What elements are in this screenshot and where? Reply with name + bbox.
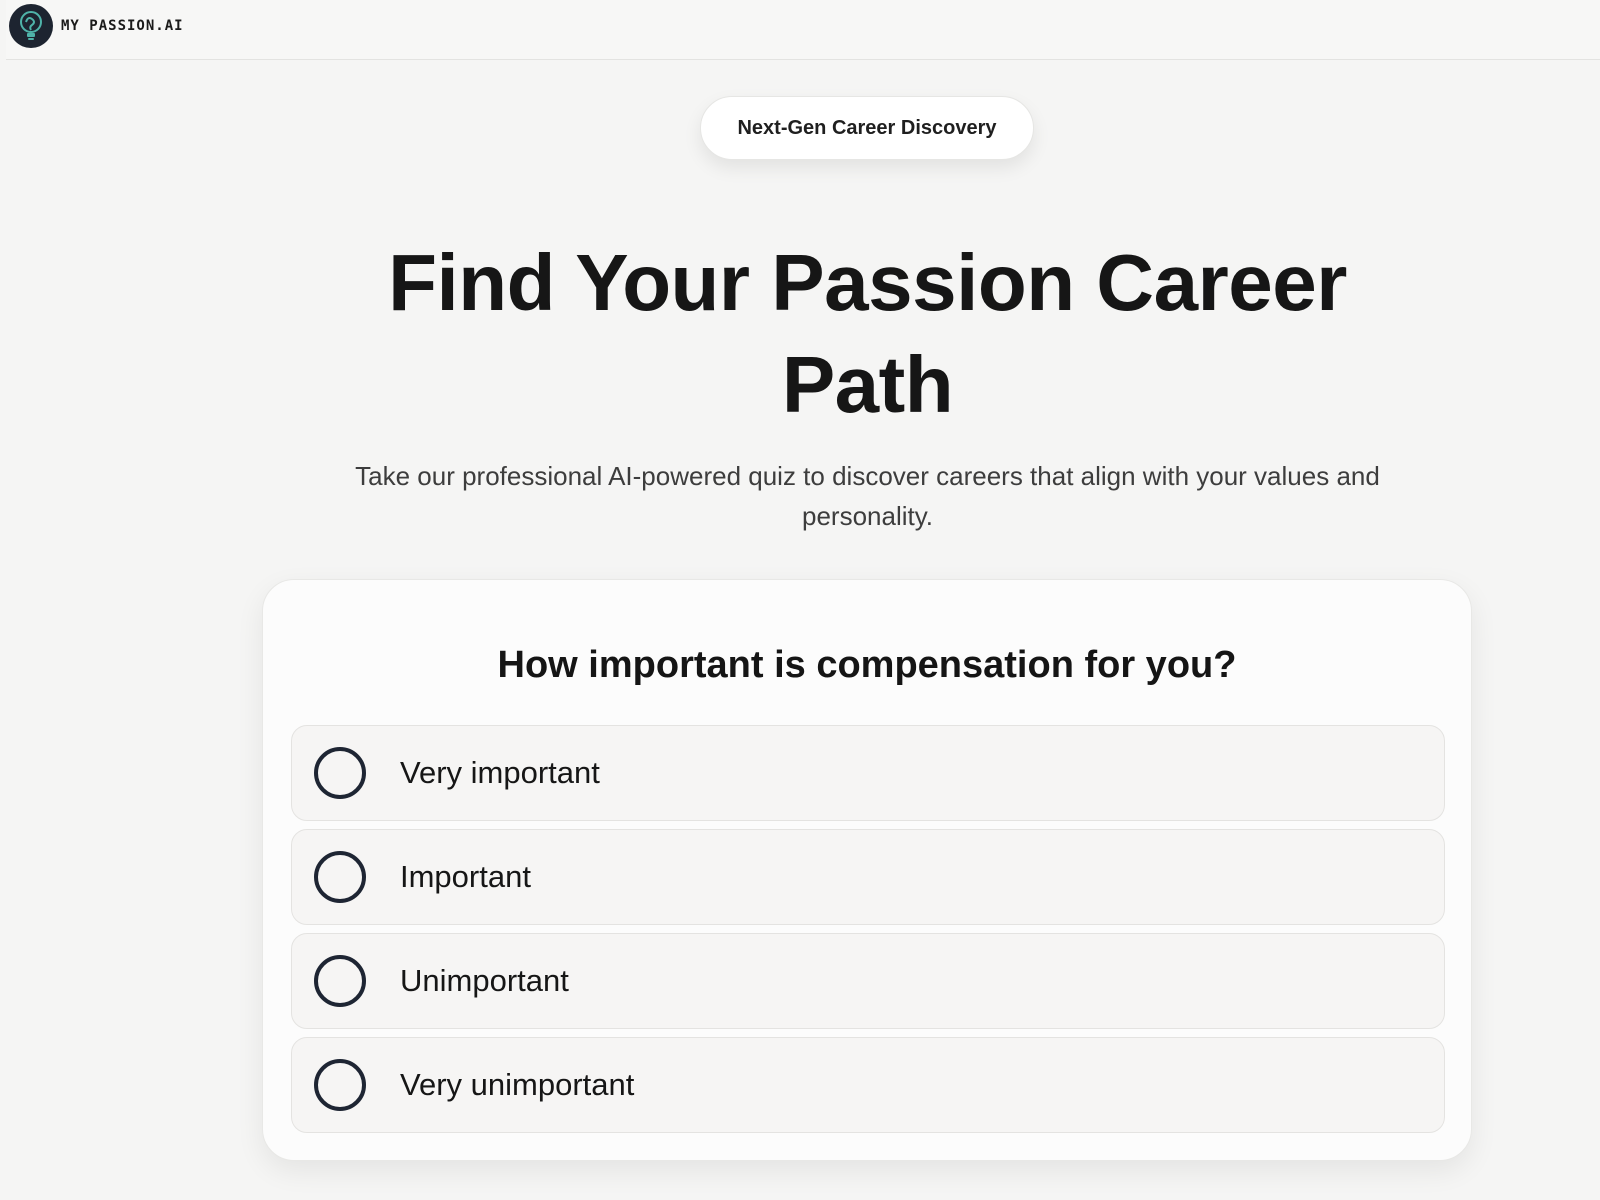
top-navigation-bar: MY PASSION.AI [6, 0, 1600, 60]
quiz-question: How important is compensation for you? [497, 644, 1237, 686]
answer-option-very-important[interactable]: Very important [291, 725, 1445, 821]
page-title: Find Your Passion Career Path [388, 238, 1347, 429]
radio-button-icon[interactable] [314, 1059, 366, 1111]
answer-option-label: Important [400, 859, 531, 894]
answer-options: Very important Important Unimportant Ver… [291, 725, 1445, 1141]
lightbulb-brain-icon [9, 4, 53, 48]
answer-option-label: Unimportant [400, 963, 569, 998]
brand-name: MY PASSION.AI [61, 18, 184, 34]
radio-button-icon[interactable] [314, 955, 366, 1007]
answer-option-very-unimportant[interactable]: Very unimportant [291, 1037, 1445, 1133]
brand-logo-link[interactable]: MY PASSION.AI [9, 4, 184, 48]
answer-option-label: Very important [400, 755, 600, 790]
radio-button-icon[interactable] [314, 747, 366, 799]
quiz-card: How important is compensation for you? V… [262, 579, 1472, 1161]
discovery-badge: Next-Gen Career Discovery [700, 96, 1034, 160]
radio-button-icon[interactable] [314, 851, 366, 903]
answer-option-unimportant[interactable]: Unimportant [291, 933, 1445, 1029]
page-subtitle: Take our professional AI-powered quiz to… [355, 461, 1380, 531]
answer-option-important[interactable]: Important [291, 829, 1445, 925]
answer-option-label: Very unimportant [400, 1067, 635, 1102]
